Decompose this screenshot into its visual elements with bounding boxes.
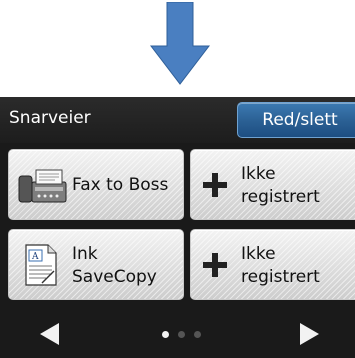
shortcut-empty-1[interactable]: Ikke registrert [190,149,355,220]
page-indicator-dot-active [162,331,169,338]
edit-delete-button[interactable]: Red/slett [237,102,355,138]
shortcut-ink-savecopy[interactable]: A Ink SaveCopy [8,229,184,300]
shortcut-label-line2: registrert [241,187,320,207]
edit-delete-label: Red/slett [262,110,338,130]
document-icon: A [24,243,58,291]
page-navigation [0,309,355,358]
shortcut-label-line1: Ink [72,244,98,264]
shortcut-label-line1: Ikke [241,244,276,264]
lcd-screen: Snarveier Red/slett Fax to Boss Ikke reg… [0,97,355,358]
shortcut-label-line2: registrert [241,267,320,287]
plus-icon [203,173,227,197]
shortcut-label: Fax to Boss [72,175,169,195]
page-title: Snarveier [9,108,91,128]
fax-machine-icon [17,168,69,210]
shortcut-fax-to-boss[interactable]: Fax to Boss [8,149,184,220]
down-arrow-icon [149,1,211,86]
svg-text:A: A [31,252,39,262]
page-indicator-dot [178,331,185,338]
shortcut-empty-2[interactable]: Ikke registrert [190,229,355,300]
plus-icon [203,253,227,277]
page-indicator-dot [194,331,201,338]
previous-page-arrow-icon[interactable] [40,323,59,345]
shortcut-label-line2: SaveCopy [72,267,157,287]
header-bar: Snarveier Red/slett [0,97,355,143]
shortcut-label-line1: Ikke [241,164,276,184]
next-page-arrow-icon[interactable] [300,323,319,345]
